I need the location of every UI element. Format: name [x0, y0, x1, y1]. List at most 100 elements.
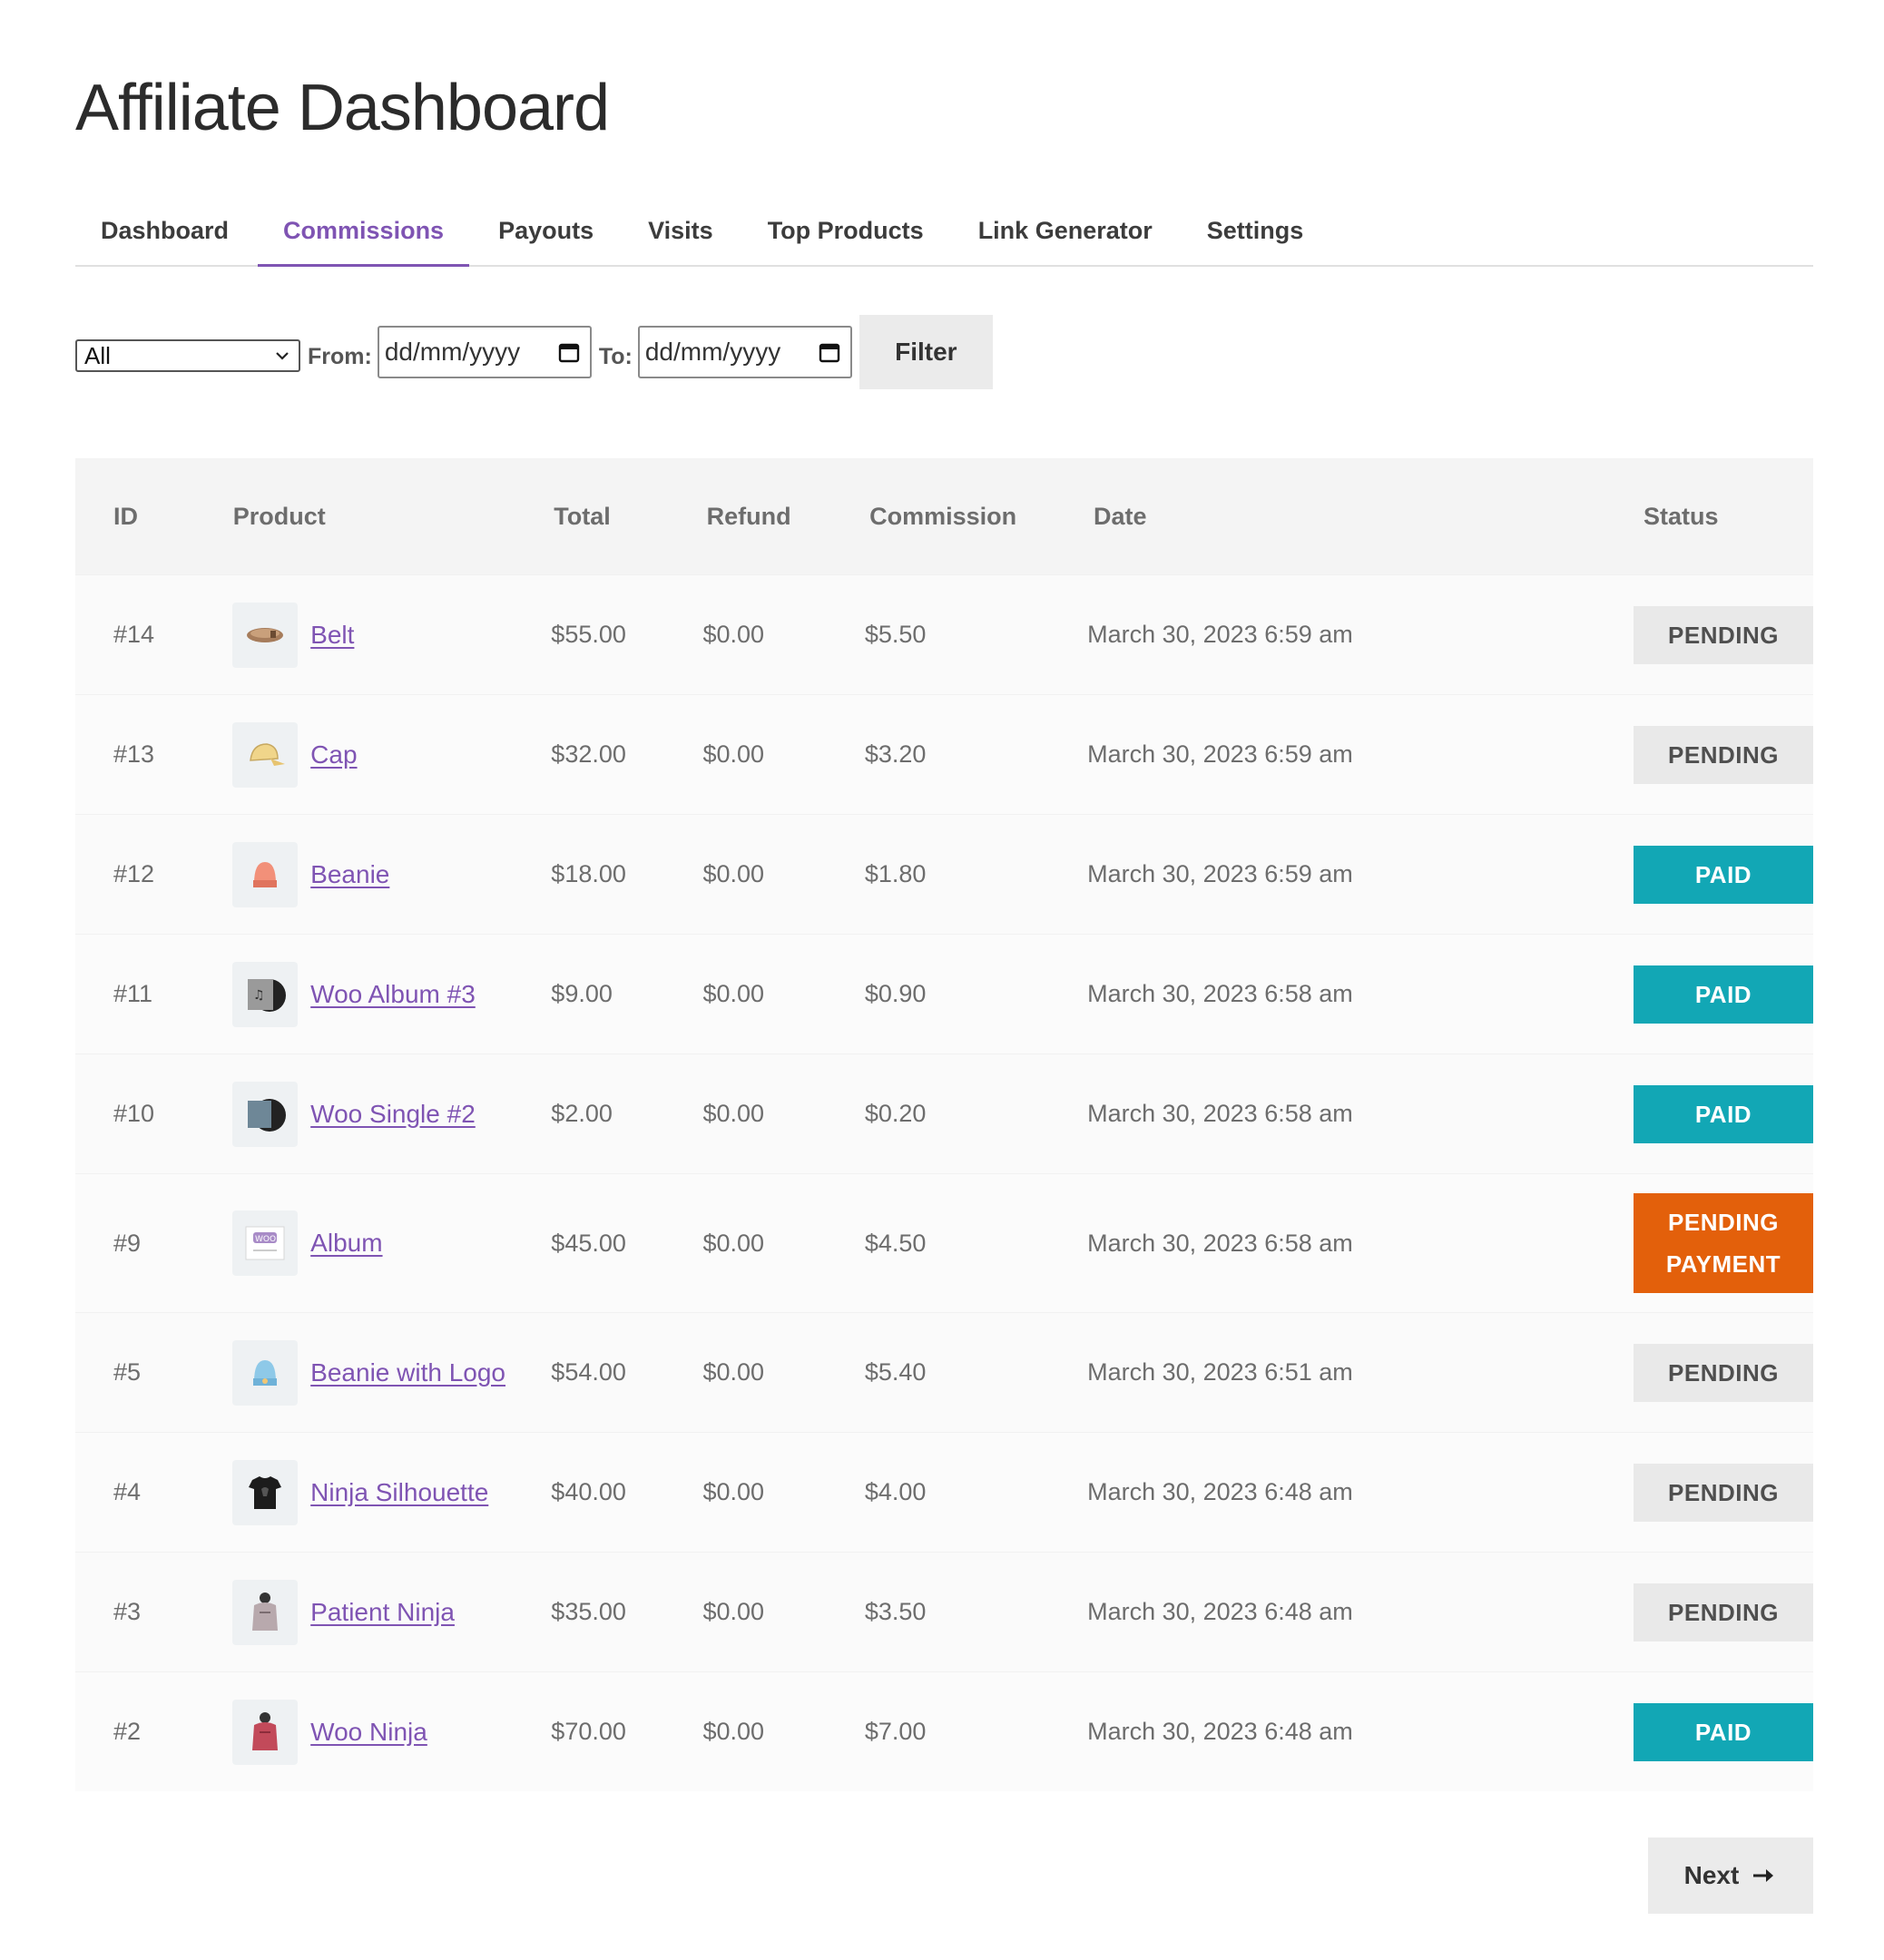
cell-total: $55.00 [551, 621, 626, 648]
cell-product: WOO Album [194, 1210, 551, 1276]
album-icon[interactable]: ♫ [232, 961, 299, 1027]
from-date-value: dd/mm/yyyy [384, 338, 521, 366]
cell-commission: $5.40 [864, 1358, 927, 1386]
product-link[interactable]: Album [310, 1229, 382, 1258]
product-link[interactable]: Beanie [310, 860, 389, 889]
to-label: To: [598, 343, 633, 369]
cell-refund: $0.00 [702, 1718, 765, 1745]
cell-total: $32.00 [551, 740, 626, 768]
cell-id: #11 [113, 980, 153, 1007]
calendar-icon[interactable] [818, 340, 841, 364]
product-link[interactable]: Woo Ninja [310, 1718, 427, 1747]
filter-button[interactable]: Filter [859, 315, 993, 389]
next-page-button[interactable]: Next [1648, 1838, 1813, 1914]
cell-commission: $1.80 [864, 860, 927, 887]
cell-status: PAID [1634, 1702, 1813, 1761]
header-product: Product [232, 502, 326, 530]
cell-product: Woo Single #2 [194, 1081, 551, 1147]
table-row: #2 Woo Ninja $70.00 $0.00 $7.00 March 30, 202… [75, 1671, 1813, 1791]
cell-refund: $0.00 [702, 1598, 765, 1625]
product-link[interactable]: Woo Album #3 [310, 980, 476, 1009]
filter-bar: All From: dd/mm/yyyy To: dd/mm/yyyy Filt… [75, 315, 993, 389]
beanie-logo-icon[interactable] [232, 1339, 299, 1406]
status-badge-text: PENDING [1668, 740, 1779, 769]
to-date-value: dd/mm/yyyy [644, 338, 781, 366]
tab-link-generator[interactable]: Link Generator [953, 196, 1178, 265]
page-title: Affiliate Dashboard [75, 72, 610, 144]
cell-commission: $5.50 [864, 621, 927, 648]
status-badge-text: PENDING [1668, 1478, 1779, 1506]
cell-status: PAID [1634, 1084, 1813, 1143]
cell-status: PENDING [1634, 605, 1813, 664]
status-badge-text: PAID [1694, 860, 1752, 888]
cell-id: #13 [113, 740, 155, 768]
product-link[interactable]: Cap [310, 740, 357, 769]
table-row: #12 Beanie $18.00 $0.00 $1.80 March 30, 2023 … [75, 814, 1813, 934]
beanie-icon[interactable] [232, 841, 299, 907]
cell-refund: $0.00 [702, 1358, 765, 1386]
single-icon[interactable] [232, 1081, 299, 1147]
status-badge: PENDING [1634, 725, 1813, 784]
status-badge: PENDING [1634, 1343, 1813, 1402]
cell-status: PAID [1634, 845, 1813, 904]
cell-refund: $0.00 [702, 860, 765, 887]
cell-total: $40.00 [551, 1478, 626, 1505]
tab-top-products[interactable]: Top Products [742, 196, 949, 265]
product-link[interactable]: Belt [310, 621, 354, 650]
cell-date: March 30, 2023 6:48 am [1087, 1718, 1353, 1745]
cell-product: Beanie [194, 841, 551, 907]
product-link[interactable]: Beanie with Logo [310, 1358, 505, 1387]
calendar-icon[interactable] [557, 340, 581, 364]
chevron-down-icon [276, 352, 289, 360]
status-badge: PENDING [1634, 605, 1813, 664]
cap-icon[interactable] [232, 721, 299, 788]
tshirt-icon[interactable] [232, 1459, 299, 1525]
status-badge: PAID [1634, 965, 1813, 1024]
from-date-input[interactable]: dd/mm/yyyy [377, 326, 592, 378]
cell-refund: $0.00 [702, 740, 765, 768]
cell-date: March 30, 2023 6:59 am [1087, 740, 1353, 768]
tab-dashboard[interactable]: Dashboard [75, 196, 254, 265]
cell-commission: $3.50 [864, 1598, 927, 1625]
tab-commissions[interactable]: Commissions [258, 196, 470, 267]
table-row: #9 WOO Album $45.00 $0.00 $4.50 March 30, 2023… [75, 1173, 1813, 1312]
svg-text:♫: ♫ [253, 988, 265, 1003]
product-link[interactable]: Ninja Silhouette [310, 1478, 488, 1507]
cell-status: PENDING [1634, 1343, 1813, 1402]
hoodie-red-icon[interactable] [232, 1699, 299, 1765]
cell-date: March 30, 2023 6:48 am [1087, 1478, 1353, 1505]
tab-visits[interactable]: Visits [623, 196, 739, 265]
tab-settings[interactable]: Settings [1182, 196, 1330, 265]
status-badge-text: PAID [1694, 1718, 1752, 1746]
cell-id: #10 [113, 1100, 155, 1127]
cell-total: $35.00 [551, 1598, 626, 1625]
arrow-right-icon [1753, 1869, 1774, 1882]
cell-refund: $0.00 [702, 980, 765, 1007]
cell-date: March 30, 2023 6:59 am [1087, 621, 1353, 648]
header-refund: Refund [706, 502, 791, 530]
status-badge-text: PENDING [1668, 1358, 1779, 1387]
cell-status: PENDING PAYMENT [1634, 1193, 1813, 1293]
cell-refund: $0.00 [702, 621, 765, 648]
cell-date: March 30, 2023 6:51 am [1087, 1358, 1353, 1386]
cell-product: Belt [194, 602, 551, 668]
hoodie-grey-icon[interactable] [232, 1579, 299, 1645]
belt-icon[interactable] [232, 602, 299, 668]
cell-total: $45.00 [551, 1229, 626, 1257]
cell-id: #14 [113, 621, 155, 648]
status-badge: PENDING PAYMENT [1634, 1193, 1813, 1293]
cell-date: March 30, 2023 6:58 am [1087, 1229, 1353, 1257]
cell-date: March 30, 2023 6:59 am [1087, 860, 1353, 887]
cell-status: PENDING [1634, 725, 1813, 784]
to-date-input[interactable]: dd/mm/yyyy [637, 326, 852, 378]
product-link[interactable]: Woo Single #2 [310, 1100, 476, 1129]
tab-payouts[interactable]: Payouts [473, 196, 619, 265]
header-date: Date [1094, 502, 1147, 530]
status-badge: PENDING [1634, 1463, 1813, 1522]
table-header: ID Product Total Refund Commission Date … [75, 458, 1813, 574]
status-select[interactable]: All [75, 339, 300, 372]
woo-album-icon[interactable]: WOO [232, 1210, 299, 1276]
cell-refund: $0.00 [702, 1478, 765, 1505]
cell-id: #5 [113, 1358, 142, 1386]
product-link[interactable]: Patient Ninja [310, 1598, 455, 1627]
